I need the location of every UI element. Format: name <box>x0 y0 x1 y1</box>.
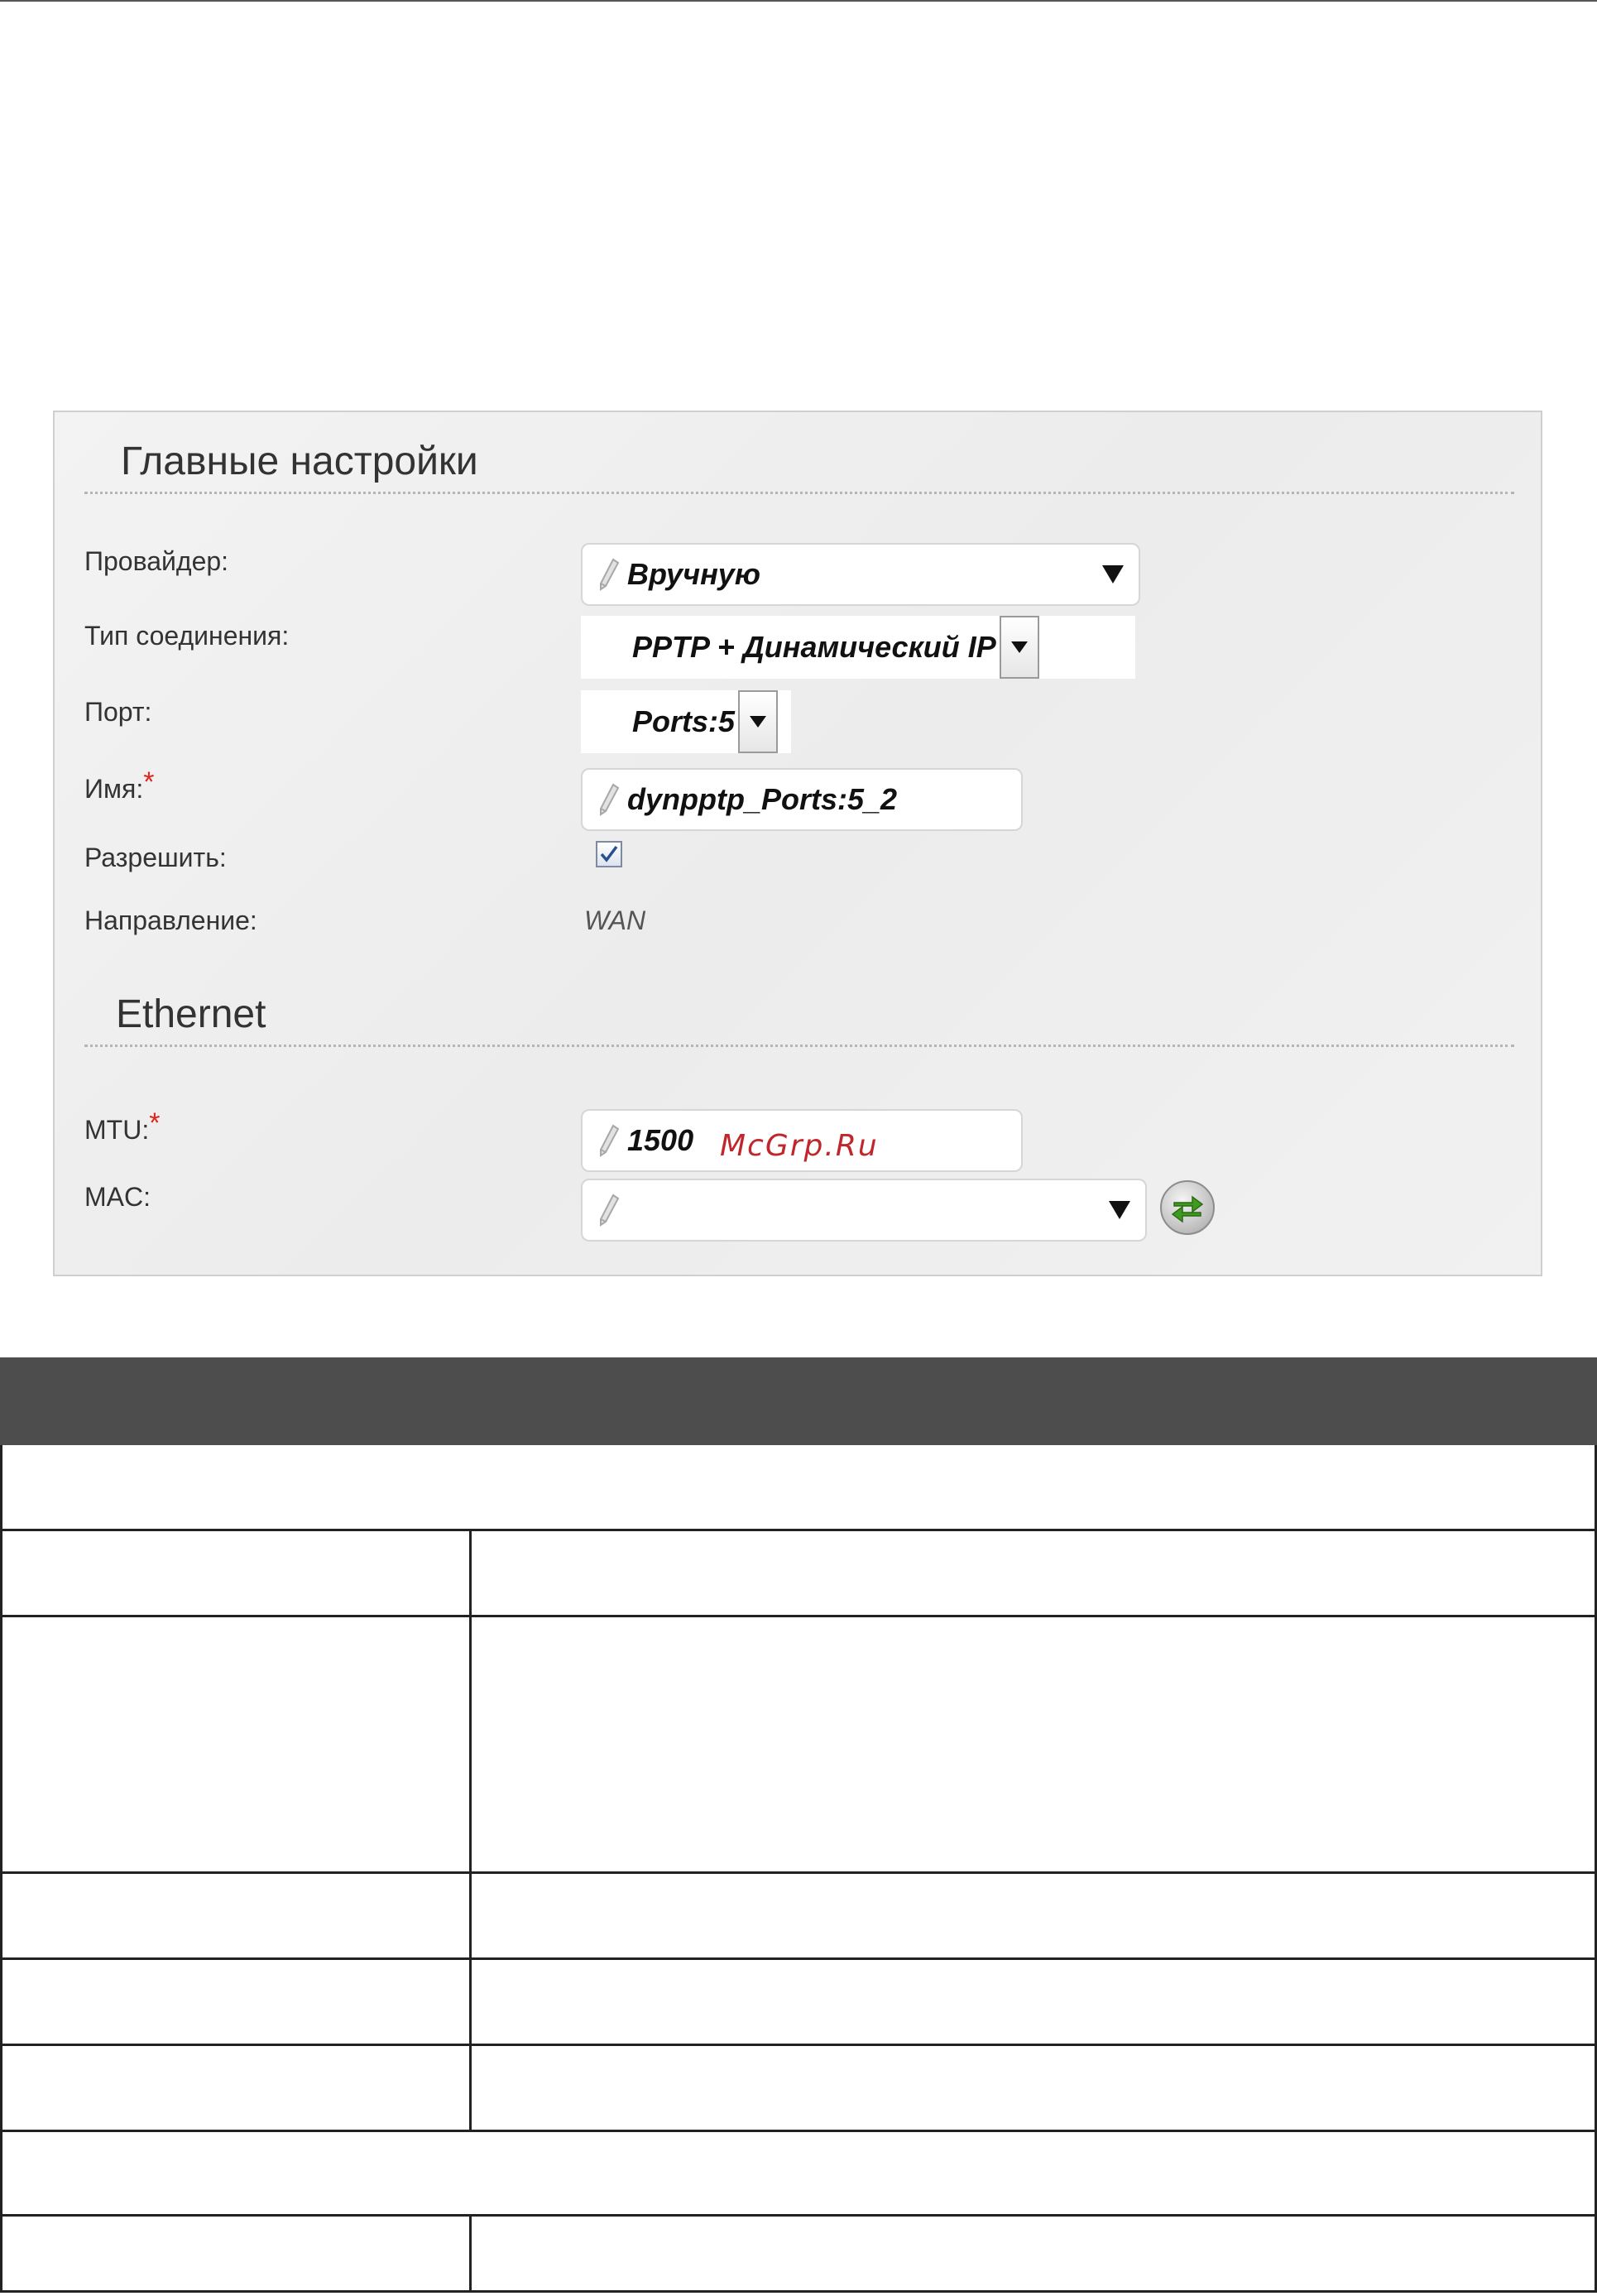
chevron-down-icon[interactable] <box>1109 1201 1130 1219</box>
table-row <box>0 1531 1597 1617</box>
connection-type-label: Тип соединения: <box>84 621 290 651</box>
column-divider <box>469 1531 472 1615</box>
name-input[interactable]: dynpptp_Ports:5_2 <box>581 768 1023 831</box>
table-section-row <box>0 2132 1597 2217</box>
table-row <box>0 1617 1597 1874</box>
name-label-text: Имя: <box>84 774 144 804</box>
connection-type-select[interactable]: PPTP + Динамический IP <box>581 616 1135 679</box>
watermark: McGrp.Ru <box>720 1129 879 1163</box>
top-rule <box>0 0 1597 2</box>
column-divider <box>469 2046 472 2130</box>
column-divider <box>469 1617 472 1871</box>
section-divider-ethernet <box>84 1045 1514 1047</box>
name-label: Имя:* <box>84 766 154 805</box>
pencil-icon <box>594 556 624 593</box>
table-section-row <box>0 1445 1597 1531</box>
enable-label: Разрешить: <box>84 843 227 872</box>
required-asterisk: * <box>143 766 155 798</box>
column-divider <box>469 1960 472 2044</box>
pencil-icon <box>594 1192 624 1228</box>
settings-panel: Главные настройки Провайдер: Вручную Тип… <box>53 411 1542 1276</box>
chevron-down-icon <box>1010 641 1028 653</box>
direction-label: Направление: <box>84 905 257 935</box>
name-value: dynpptp_Ports:5_2 <box>627 782 898 816</box>
connection-type-value: PPTP + Динамический IP <box>632 630 996 664</box>
table-row <box>0 1960 1597 2046</box>
pencil-icon <box>594 1122 624 1159</box>
checkmark-icon <box>600 845 618 862</box>
section-title-main-settings: Главные настройки <box>121 440 478 483</box>
connection-type-dropdown-button[interactable] <box>999 616 1039 679</box>
pencil-icon <box>594 781 624 818</box>
refresh-mac-button[interactable] <box>1160 1180 1215 1235</box>
provider-select[interactable]: Вручную <box>581 543 1140 606</box>
table-row <box>0 2046 1597 2132</box>
mac-select[interactable] <box>581 1179 1147 1242</box>
parameters-table <box>0 1357 1597 2293</box>
mtu-label-text: MTU: <box>84 1115 150 1145</box>
port-value: Ports:5 <box>632 704 736 738</box>
section-divider-main <box>84 492 1514 494</box>
table-row <box>0 2217 1597 2293</box>
column-divider <box>469 1874 472 1957</box>
mtu-label: MTU:* <box>84 1107 160 1146</box>
mac-label: MAC: <box>84 1182 151 1212</box>
mtu-value: 1500 <box>627 1123 694 1157</box>
refresh-arrows-icon <box>1171 1195 1204 1223</box>
provider-label: Провайдер: <box>84 546 229 576</box>
provider-value: Вручную <box>627 557 760 591</box>
chevron-down-icon <box>750 716 767 728</box>
port-dropdown-button[interactable] <box>738 690 779 753</box>
enable-checkbox[interactable] <box>596 841 622 867</box>
column-divider <box>469 2217 472 2290</box>
required-asterisk: * <box>149 1107 161 1139</box>
table-row <box>0 1874 1597 1960</box>
table-header <box>0 1357 1597 1445</box>
chevron-down-icon[interactable] <box>1102 565 1124 584</box>
direction-value: WAN <box>584 905 646 935</box>
port-label: Порт: <box>84 697 152 727</box>
section-title-ethernet: Ethernet <box>116 992 266 1036</box>
port-select[interactable]: Ports:5 <box>581 690 791 753</box>
